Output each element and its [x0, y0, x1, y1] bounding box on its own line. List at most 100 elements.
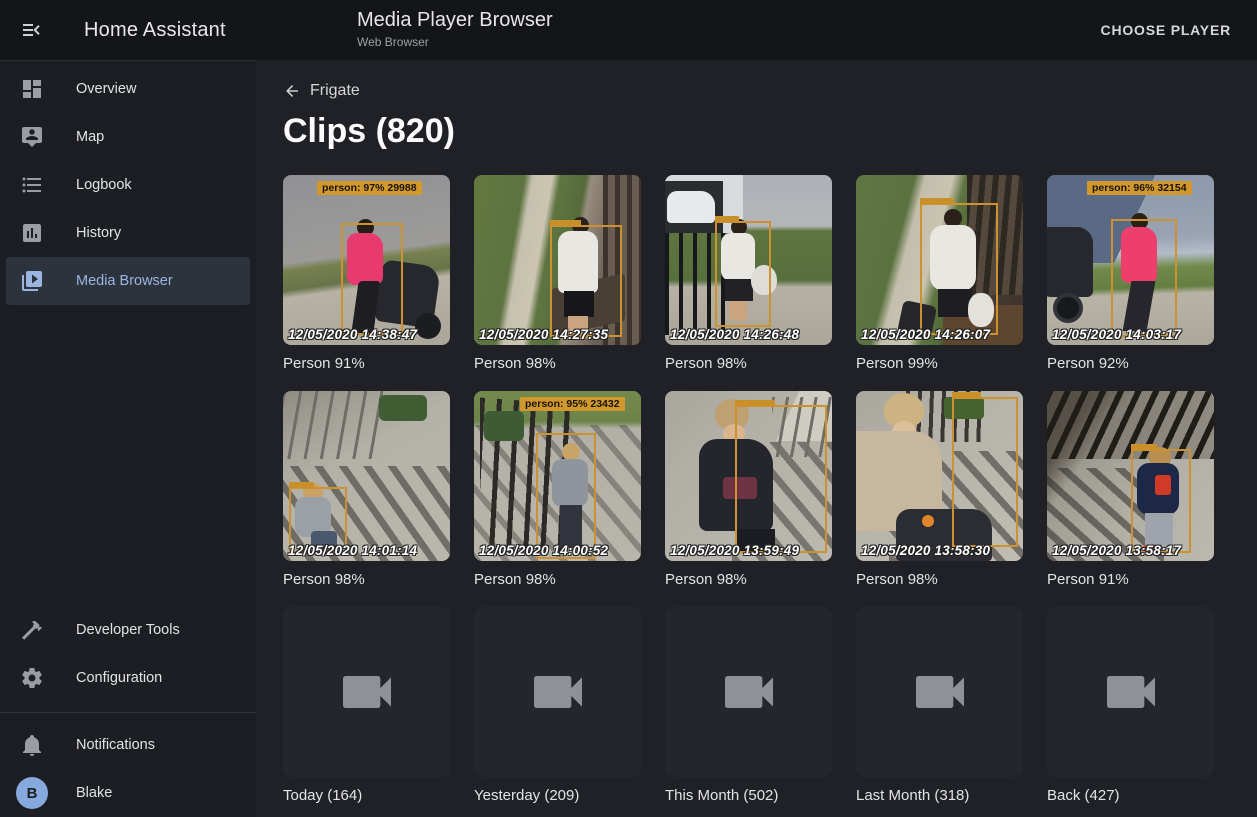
- sidebar-item-label: History: [76, 225, 121, 241]
- clip-thumbnail: 12/05/2020 14:26:48: [665, 175, 832, 345]
- clip-label: Person 98%: [665, 355, 832, 374]
- folder-tile: [1047, 607, 1214, 777]
- page-title: Clips (820): [283, 112, 1233, 151]
- sidebar-item-label: Developer Tools: [76, 622, 180, 638]
- detection-bbox: [536, 433, 596, 559]
- detection-bbox: [1131, 449, 1191, 553]
- video-icon: [717, 660, 781, 724]
- sidebar: Overview Map Logbook History Media Brows…: [0, 60, 256, 817]
- clip-label: Person 98%: [283, 571, 450, 590]
- media-browser-panel: Frigate Clips (820) person: 97% 29988 12…: [256, 60, 1257, 817]
- breadcrumb-label: Frigate: [310, 82, 360, 100]
- choose-player-button[interactable]: CHOOSE PLAYER: [1093, 14, 1239, 46]
- clip-card[interactable]: 12/05/2020 14:01:14 Person 98%: [283, 391, 450, 590]
- detection-bbox: [735, 405, 827, 553]
- detection-bbox: [550, 225, 622, 337]
- folder-tile: [283, 607, 450, 777]
- app-title: Home Assistant: [84, 19, 226, 42]
- timestamp-overlay: 12/05/2020 13:59:49: [670, 543, 799, 558]
- sidebar-item-map[interactable]: Map: [6, 113, 250, 161]
- folder-label: Today (164): [283, 787, 450, 806]
- clip-card[interactable]: 12/05/2020 13:59:49 Person 98%: [665, 391, 832, 590]
- timestamp-overlay: 12/05/2020 14:26:48: [670, 327, 799, 342]
- folder-card-yesterday[interactable]: Yesterday (209): [474, 607, 641, 806]
- clip-card[interactable]: 12/05/2020 14:27:35 Person 98%: [474, 175, 641, 374]
- detection-bbox: [1111, 219, 1177, 337]
- clip-thumbnail: person: 95% 23432 12/05/2020 14:00:52: [474, 391, 641, 561]
- clip-card[interactable]: 12/05/2020 14:26:48 Person 98%: [665, 175, 832, 374]
- clips-grid: person: 97% 29988 12/05/2020 14:38:47 Pe…: [283, 175, 1233, 806]
- video-icon: [335, 660, 399, 724]
- detection-label: person: 97% 29988: [317, 181, 422, 195]
- clip-label: Person 98%: [474, 355, 641, 374]
- folder-card-back[interactable]: Back (427): [1047, 607, 1214, 806]
- folder-label: Last Month (318): [856, 787, 1023, 806]
- detection-label: person: 95% 23432: [520, 397, 625, 411]
- timestamp-overlay: 12/05/2020 14:27:35: [479, 327, 608, 342]
- sidebar-item-developer-tools[interactable]: Developer Tools: [6, 606, 250, 654]
- sidebar-item-label: Overview: [76, 81, 136, 97]
- top-app-bar: Home Assistant Media Player Browser Web …: [0, 0, 1257, 60]
- user-name-label: Blake: [76, 785, 112, 801]
- clip-thumbnail: 12/05/2020 13:58:30: [856, 391, 1023, 561]
- folder-card-today[interactable]: Today (164): [283, 607, 450, 806]
- clip-card[interactable]: 12/05/2020 13:58:30 Person 98%: [856, 391, 1023, 590]
- sidebar-item-media-browser[interactable]: Media Browser: [6, 257, 250, 305]
- sidebar-spacer: [0, 305, 256, 606]
- sidebar-item-overview[interactable]: Overview: [6, 65, 250, 113]
- sidebar-item-notifications[interactable]: Notifications: [6, 721, 250, 769]
- folder-label: This Month (502): [665, 787, 832, 806]
- detection-bbox: [920, 203, 998, 335]
- sidebar-item-label: Configuration: [76, 670, 162, 686]
- sidebar-item-logbook[interactable]: Logbook: [6, 161, 250, 209]
- video-icon: [908, 660, 972, 724]
- clip-label: Person 92%: [1047, 355, 1214, 374]
- clip-card[interactable]: 12/05/2020 14:26:07 Person 99%: [856, 175, 1023, 374]
- sidebar-item-label: Logbook: [76, 177, 132, 193]
- view-dashboard-icon: [20, 77, 44, 101]
- poll-box-icon: [20, 221, 44, 245]
- timestamp-overlay: 12/05/2020 14:26:07: [861, 327, 990, 342]
- clip-thumbnail: 12/05/2020 13:59:49: [665, 391, 832, 561]
- folder-label: Back (427): [1047, 787, 1214, 806]
- arrow-left-icon: [283, 82, 301, 100]
- folder-card-last-month[interactable]: Last Month (318): [856, 607, 1023, 806]
- play-box-multiple-icon: [20, 269, 44, 293]
- video-icon: [526, 660, 590, 724]
- clip-card[interactable]: 12/05/2020 13:58:17 Person 91%: [1047, 391, 1214, 590]
- detection-label: person: 96% 32154: [1087, 181, 1192, 195]
- clip-label: Person 99%: [856, 355, 1023, 374]
- clip-thumbnail: 12/05/2020 14:26:07: [856, 175, 1023, 345]
- sidebar-item-configuration[interactable]: Configuration: [6, 654, 250, 702]
- clip-card[interactable]: person: 97% 29988 12/05/2020 14:38:47 Pe…: [283, 175, 450, 374]
- timestamp-overlay: 12/05/2020 14:38:47: [288, 327, 417, 342]
- avatar: B: [16, 777, 48, 809]
- clip-label: Person 91%: [1047, 571, 1214, 590]
- folder-tile: [474, 607, 641, 777]
- clip-thumbnail: person: 97% 29988 12/05/2020 14:38:47: [283, 175, 450, 345]
- sidebar-item-user[interactable]: B Blake: [6, 769, 250, 817]
- panel-title-block: Media Player Browser Web Browser: [357, 9, 553, 49]
- sidebar-item-label: Notifications: [76, 737, 155, 753]
- menu-toggle-icon[interactable]: [18, 16, 46, 44]
- clip-label: Person 91%: [283, 355, 450, 374]
- sidebar-item-history[interactable]: History: [6, 209, 250, 257]
- breadcrumb-back[interactable]: Frigate: [283, 82, 360, 100]
- folder-card-this-month[interactable]: This Month (502): [665, 607, 832, 806]
- clip-thumbnail: 12/05/2020 14:01:14: [283, 391, 450, 561]
- clip-thumbnail: 12/05/2020 13:58:17: [1047, 391, 1214, 561]
- timestamp-overlay: 12/05/2020 14:03:17: [1052, 327, 1181, 342]
- clip-card[interactable]: person: 96% 32154 12/05/2020 14:03:17 Pe…: [1047, 175, 1214, 374]
- clip-label: Person 98%: [856, 571, 1023, 590]
- detection-bbox: [952, 397, 1018, 547]
- detection-bbox: [715, 221, 771, 327]
- folder-label: Yesterday (209): [474, 787, 641, 806]
- hammer-icon: [20, 618, 44, 642]
- clip-card[interactable]: person: 95% 23432 12/05/2020 14:00:52 Pe…: [474, 391, 641, 590]
- folder-tile: [665, 607, 832, 777]
- gear-icon: [20, 666, 44, 690]
- timestamp-overlay: 12/05/2020 13:58:17: [1052, 543, 1181, 558]
- folder-tile: [856, 607, 1023, 777]
- detection-bbox: [341, 223, 403, 335]
- sidebar-divider: [0, 712, 256, 713]
